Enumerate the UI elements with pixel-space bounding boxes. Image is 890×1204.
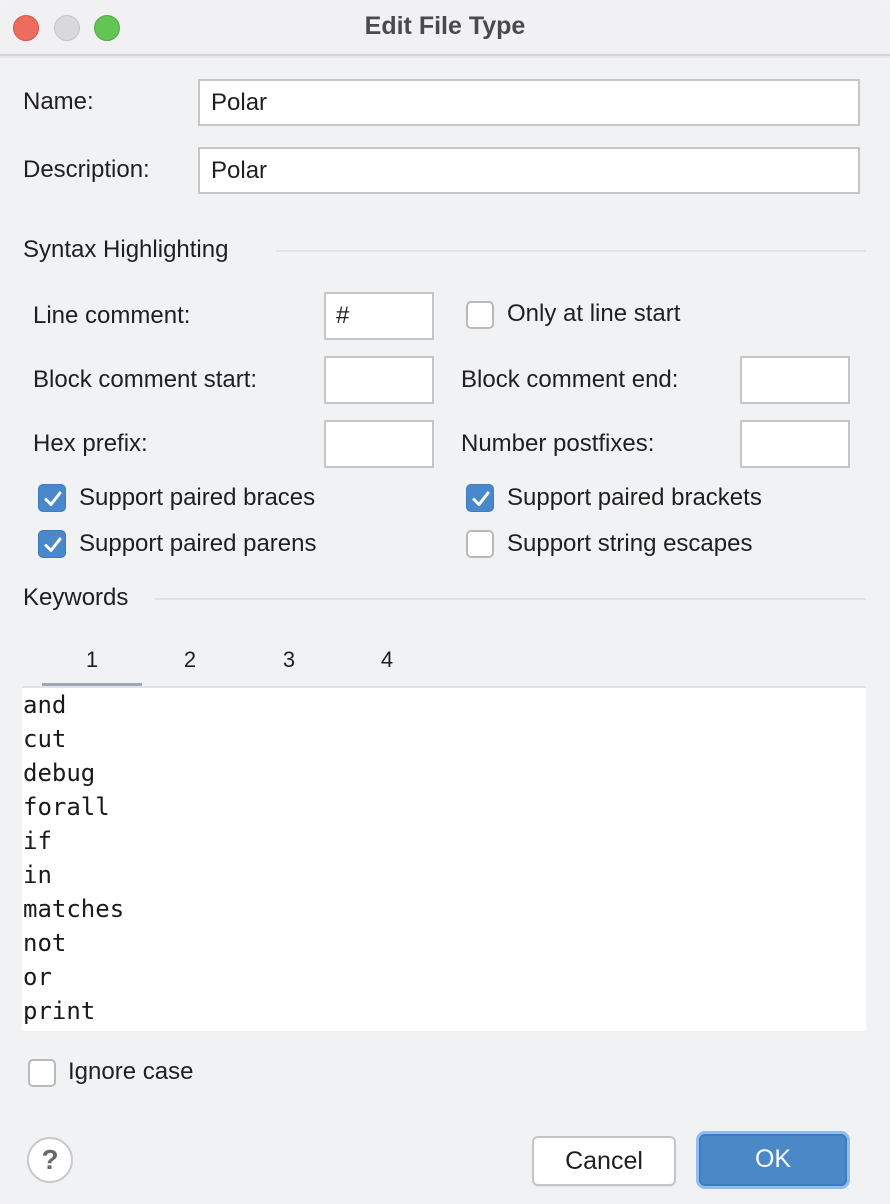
paired-braces-label: Support paired braces [79,484,316,511]
keywords-tab-2[interactable]: 2 [140,640,240,686]
checkmark-icon [44,491,62,506]
name-value: Polar [211,88,268,116]
keywords-tab-3[interactable]: 3 [239,640,339,686]
syntax-highlighting-heading: Syntax Highlighting [23,236,229,263]
paired-brackets-label: Support paired brackets [507,484,762,511]
line-comment-label: Line comment: [33,302,191,329]
paired-parens-label: Support paired parens [79,530,317,557]
keyword-line: if [23,827,52,855]
ignore-case-label: Ignore case [68,1058,194,1085]
question-mark-icon: ? [41,1144,59,1175]
paired-parens-checkbox[interactable] [38,530,66,558]
edit-file-type-dialog: Edit File Type Name: Polar Description: … [0,0,890,1204]
string-escapes-checkbox[interactable] [466,530,494,558]
cancel-button[interactable]: Cancel [532,1136,676,1186]
help-button[interactable]: ? [27,1137,73,1183]
ignore-case-checkbox[interactable] [28,1059,56,1087]
description-label: Description: [23,156,150,183]
paired-braces-checkbox[interactable] [38,484,66,512]
keyword-line: forall [23,793,110,821]
block-comment-start-label: Block comment start: [33,366,258,393]
keyword-line: cut [23,725,67,753]
keywords-heading: Keywords [23,584,129,611]
number-postfixes-field[interactable] [740,420,850,468]
only-at-line-start-label: Only at line start [507,300,681,327]
checkmark-icon [44,537,62,552]
window-title: Edit File Type [364,12,526,40]
keywords-tab-1[interactable]: 1 [42,640,142,688]
keyword-line: print [23,997,96,1025]
keyword-line: or [23,963,52,991]
keyword-line: matches [23,895,125,923]
description-value: Polar [211,156,268,184]
checkmark-icon [472,491,490,506]
keywords-text-area[interactable]: and cut debug forall if in matches not o… [22,688,866,1031]
syntax-section-divider [276,250,866,252]
hex-prefix-field[interactable] [324,420,434,468]
block-comment-end-field[interactable] [740,356,850,404]
keywords-section-divider [155,598,866,600]
description-field[interactable]: Polar [198,147,860,194]
block-comment-end-label: Block comment end: [461,366,679,393]
keywords-tab-4[interactable]: 4 [337,640,437,686]
name-label: Name: [23,88,94,115]
keyword-line: in [23,861,52,889]
keyword-line: not [23,929,67,957]
ok-button[interactable]: OK [699,1134,847,1186]
only-at-line-start-checkbox[interactable] [466,301,494,329]
name-field[interactable]: Polar [198,79,860,126]
keyword-line: and [23,691,67,719]
number-postfixes-label: Number postfixes: [461,430,655,457]
string-escapes-label: Support string escapes [507,530,753,557]
paired-brackets-checkbox[interactable] [466,484,494,512]
line-comment-field[interactable]: # [324,292,434,340]
hex-prefix-label: Hex prefix: [33,430,148,457]
line-comment-value: # [336,302,350,329]
block-comment-start-field[interactable] [324,356,434,404]
keyword-line: debug [23,759,96,787]
title-bar: Edit File Type [0,0,890,58]
